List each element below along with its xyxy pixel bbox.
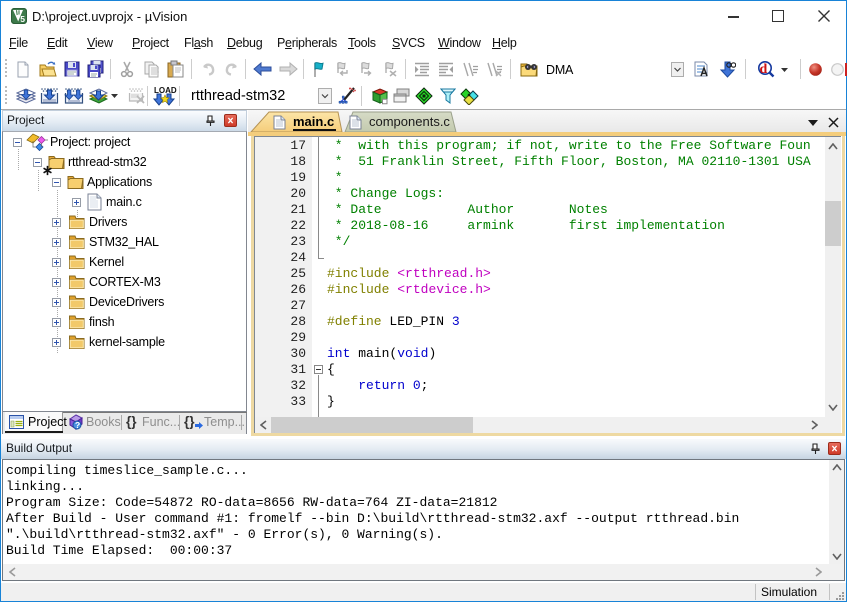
svg-text:?: ?	[75, 420, 80, 430]
svg-text:5: 5	[20, 14, 25, 24]
svg-text:d: d	[760, 62, 768, 77]
